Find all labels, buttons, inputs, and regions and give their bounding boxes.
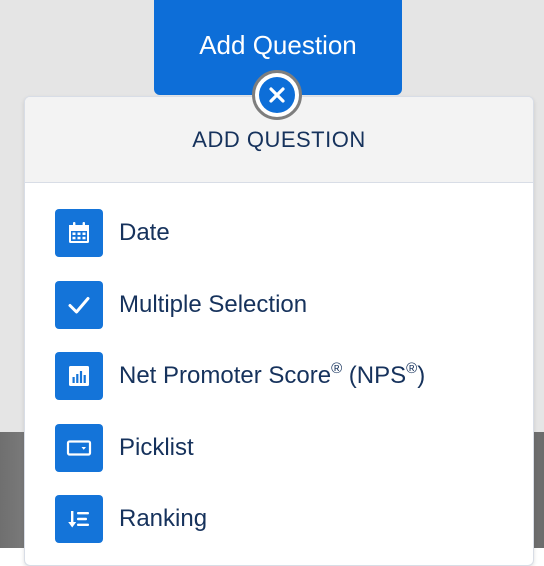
question-type-ranking[interactable]: Ranking [55, 495, 207, 543]
popover-title: ADD QUESTION [192, 126, 366, 152]
question-type-label: Picklist [119, 434, 194, 461]
question-type-label: Multiple Selection [119, 291, 308, 318]
question-type-date[interactable]: Date [55, 209, 170, 257]
question-type-picklist[interactable]: Picklist [55, 424, 194, 472]
question-type-label: Ranking [119, 505, 208, 532]
add-question-popover: ADD QUESTION Date Multiple Selection Net… [24, 96, 534, 566]
bar-chart-icon [55, 352, 103, 400]
ranking-icon [55, 495, 103, 543]
question-type-nps[interactable]: Net Promoter Score® (NPS®) [55, 352, 425, 400]
question-type-label: Net Promoter Score® (NPS®) [119, 360, 426, 389]
close-button[interactable] [252, 70, 302, 120]
checkmark-icon [55, 281, 103, 329]
question-type-label: Date [119, 219, 170, 246]
close-icon [259, 77, 295, 113]
question-type-multiple-selection[interactable]: Multiple Selection [55, 281, 307, 329]
calendar-icon [55, 209, 103, 257]
picklist-icon [55, 424, 103, 472]
